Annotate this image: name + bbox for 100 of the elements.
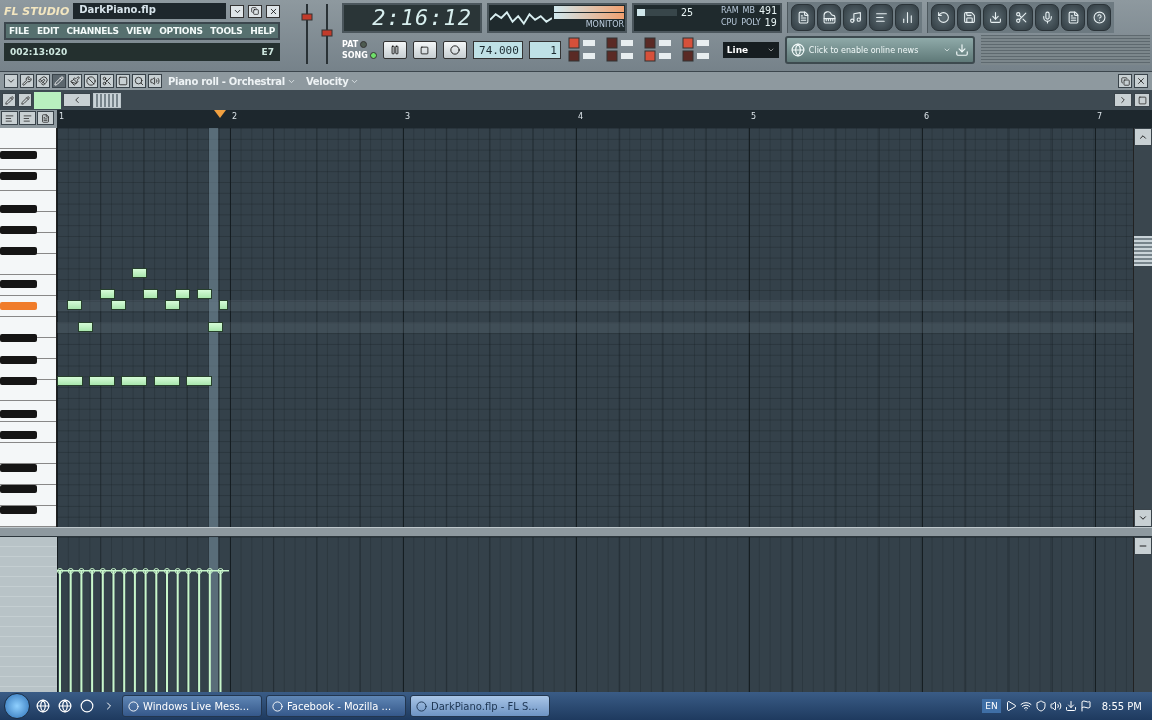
piano-roll-title[interactable]: Piano roll - Orchestral (164, 75, 300, 87)
menu-item[interactable]: FILE (9, 26, 30, 36)
note[interactable] (89, 376, 115, 386)
news-bar[interactable]: Click to enable online news (784, 36, 975, 64)
document-button[interactable] (791, 4, 815, 31)
close-button[interactable] (266, 4, 280, 18)
brush-button[interactable] (68, 74, 82, 88)
stop-button[interactable] (412, 41, 437, 59)
note[interactable] (175, 289, 190, 299)
document-icon (1066, 11, 1080, 24)
menu-item[interactable]: CHANNELS (66, 26, 119, 36)
flag-icon (1079, 700, 1092, 712)
cpu-label: CPU (720, 18, 738, 27)
piano-button[interactable] (817, 4, 841, 31)
scroll-left-button[interactable] (63, 93, 91, 107)
velocity-bars-drawing[interactable] (57, 567, 229, 692)
speaker-button[interactable] (148, 74, 162, 88)
labels-button[interactable] (37, 111, 54, 125)
taskbar-task[interactable]: Facebook - Mozilla ... (266, 695, 406, 717)
menu-item[interactable]: EDIT (36, 26, 59, 36)
scroll-right-button[interactable] (1114, 93, 1132, 107)
restore-button[interactable] (248, 4, 262, 18)
pane-splitter[interactable] (0, 527, 1152, 537)
minimize-button[interactable] (230, 4, 244, 18)
tempo-display[interactable]: 74.000 (472, 41, 523, 59)
select-button[interactable] (116, 74, 130, 88)
download-button[interactable] (983, 4, 1007, 31)
menu-item[interactable]: HELP (250, 26, 275, 36)
note[interactable] (121, 376, 147, 386)
pencil-icon (20, 95, 30, 105)
scissors-button[interactable] (1009, 4, 1033, 31)
note[interactable] (78, 322, 93, 332)
note[interactable] (143, 289, 158, 299)
wrench-button[interactable] (20, 74, 34, 88)
collapse-button[interactable] (1134, 537, 1152, 555)
pencil-icon (4, 95, 14, 105)
taskbar-task[interactable]: Windows Live Mess... (122, 695, 262, 717)
language-indicator[interactable]: EN (982, 699, 1001, 713)
mode-toggle[interactable]: SONG (342, 51, 377, 60)
menu-item[interactable]: VIEW (126, 26, 152, 36)
menu-item[interactable]: OPTIONS (159, 26, 203, 36)
note[interactable] (111, 300, 126, 310)
document-button[interactable] (1061, 4, 1085, 31)
note[interactable] (208, 322, 223, 332)
close-button[interactable] (1134, 74, 1148, 88)
bar-number: 3 (405, 112, 411, 121)
record-button[interactable] (442, 41, 467, 59)
stop-icon (420, 45, 430, 55)
wrench-icon (22, 76, 32, 86)
note[interactable] (57, 376, 83, 386)
scroll-down-button[interactable] (1134, 509, 1152, 527)
note[interactable] (100, 289, 115, 299)
hint-note: E7 (261, 47, 274, 57)
restore-button[interactable] (1118, 74, 1132, 88)
start-button[interactable] (4, 693, 30, 719)
list-button[interactable] (19, 111, 36, 125)
microphone-icon (1040, 11, 1054, 24)
magnet-button[interactable] (36, 74, 50, 88)
circle-icon[interactable] (78, 697, 96, 715)
note[interactable] (219, 300, 228, 310)
snap-select[interactable]: Line (722, 42, 779, 58)
caret-icon (766, 46, 775, 54)
poly-label: POLY (741, 18, 761, 27)
target-select[interactable]: Velocity (301, 75, 364, 87)
view-button[interactable] (1134, 93, 1150, 107)
globe-icon[interactable] (34, 697, 52, 715)
scroll-up-button[interactable] (1134, 128, 1152, 146)
menu-button[interactable] (4, 74, 18, 88)
zoom-button[interactable] (132, 74, 146, 88)
pencil-button[interactable] (18, 93, 32, 107)
globe-icon[interactable] (56, 697, 74, 715)
microphone-button[interactable] (1035, 4, 1059, 31)
menu-item[interactable]: TOOLS (210, 26, 243, 36)
slide-button[interactable] (2, 93, 16, 107)
lines-button[interactable] (869, 4, 893, 31)
note[interactable] (154, 376, 180, 386)
piano-keyboard-drawing[interactable] (0, 128, 57, 527)
bars-button[interactable] (895, 4, 919, 31)
note-color-swatch[interactable] (34, 91, 61, 109)
scroll-thumb[interactable] (1134, 236, 1152, 266)
note[interactable] (186, 376, 212, 386)
note[interactable] (67, 300, 82, 310)
pause-button[interactable] (382, 41, 407, 59)
pencil-button[interactable] (52, 74, 66, 88)
note[interactable] (197, 289, 212, 299)
music-button[interactable] (843, 4, 867, 31)
note[interactable] (132, 268, 147, 278)
scroll-thumb[interactable] (93, 92, 121, 108)
mode-toggle[interactable]: PAT (342, 40, 377, 49)
save-button[interactable] (957, 4, 981, 31)
list-button[interactable] (1, 111, 18, 125)
pattern-display[interactable]: 1 (528, 41, 561, 59)
scissors-button[interactable] (100, 74, 114, 88)
mb-label: MB (742, 6, 755, 15)
taskbar-task[interactable]: DarkPiano.flp - FL S... (410, 695, 550, 717)
delete-button[interactable] (84, 74, 98, 88)
velocity-grid[interactable] (57, 537, 1133, 692)
note[interactable] (165, 300, 180, 310)
help-button[interactable] (1087, 4, 1111, 31)
undo-button[interactable] (931, 4, 955, 31)
